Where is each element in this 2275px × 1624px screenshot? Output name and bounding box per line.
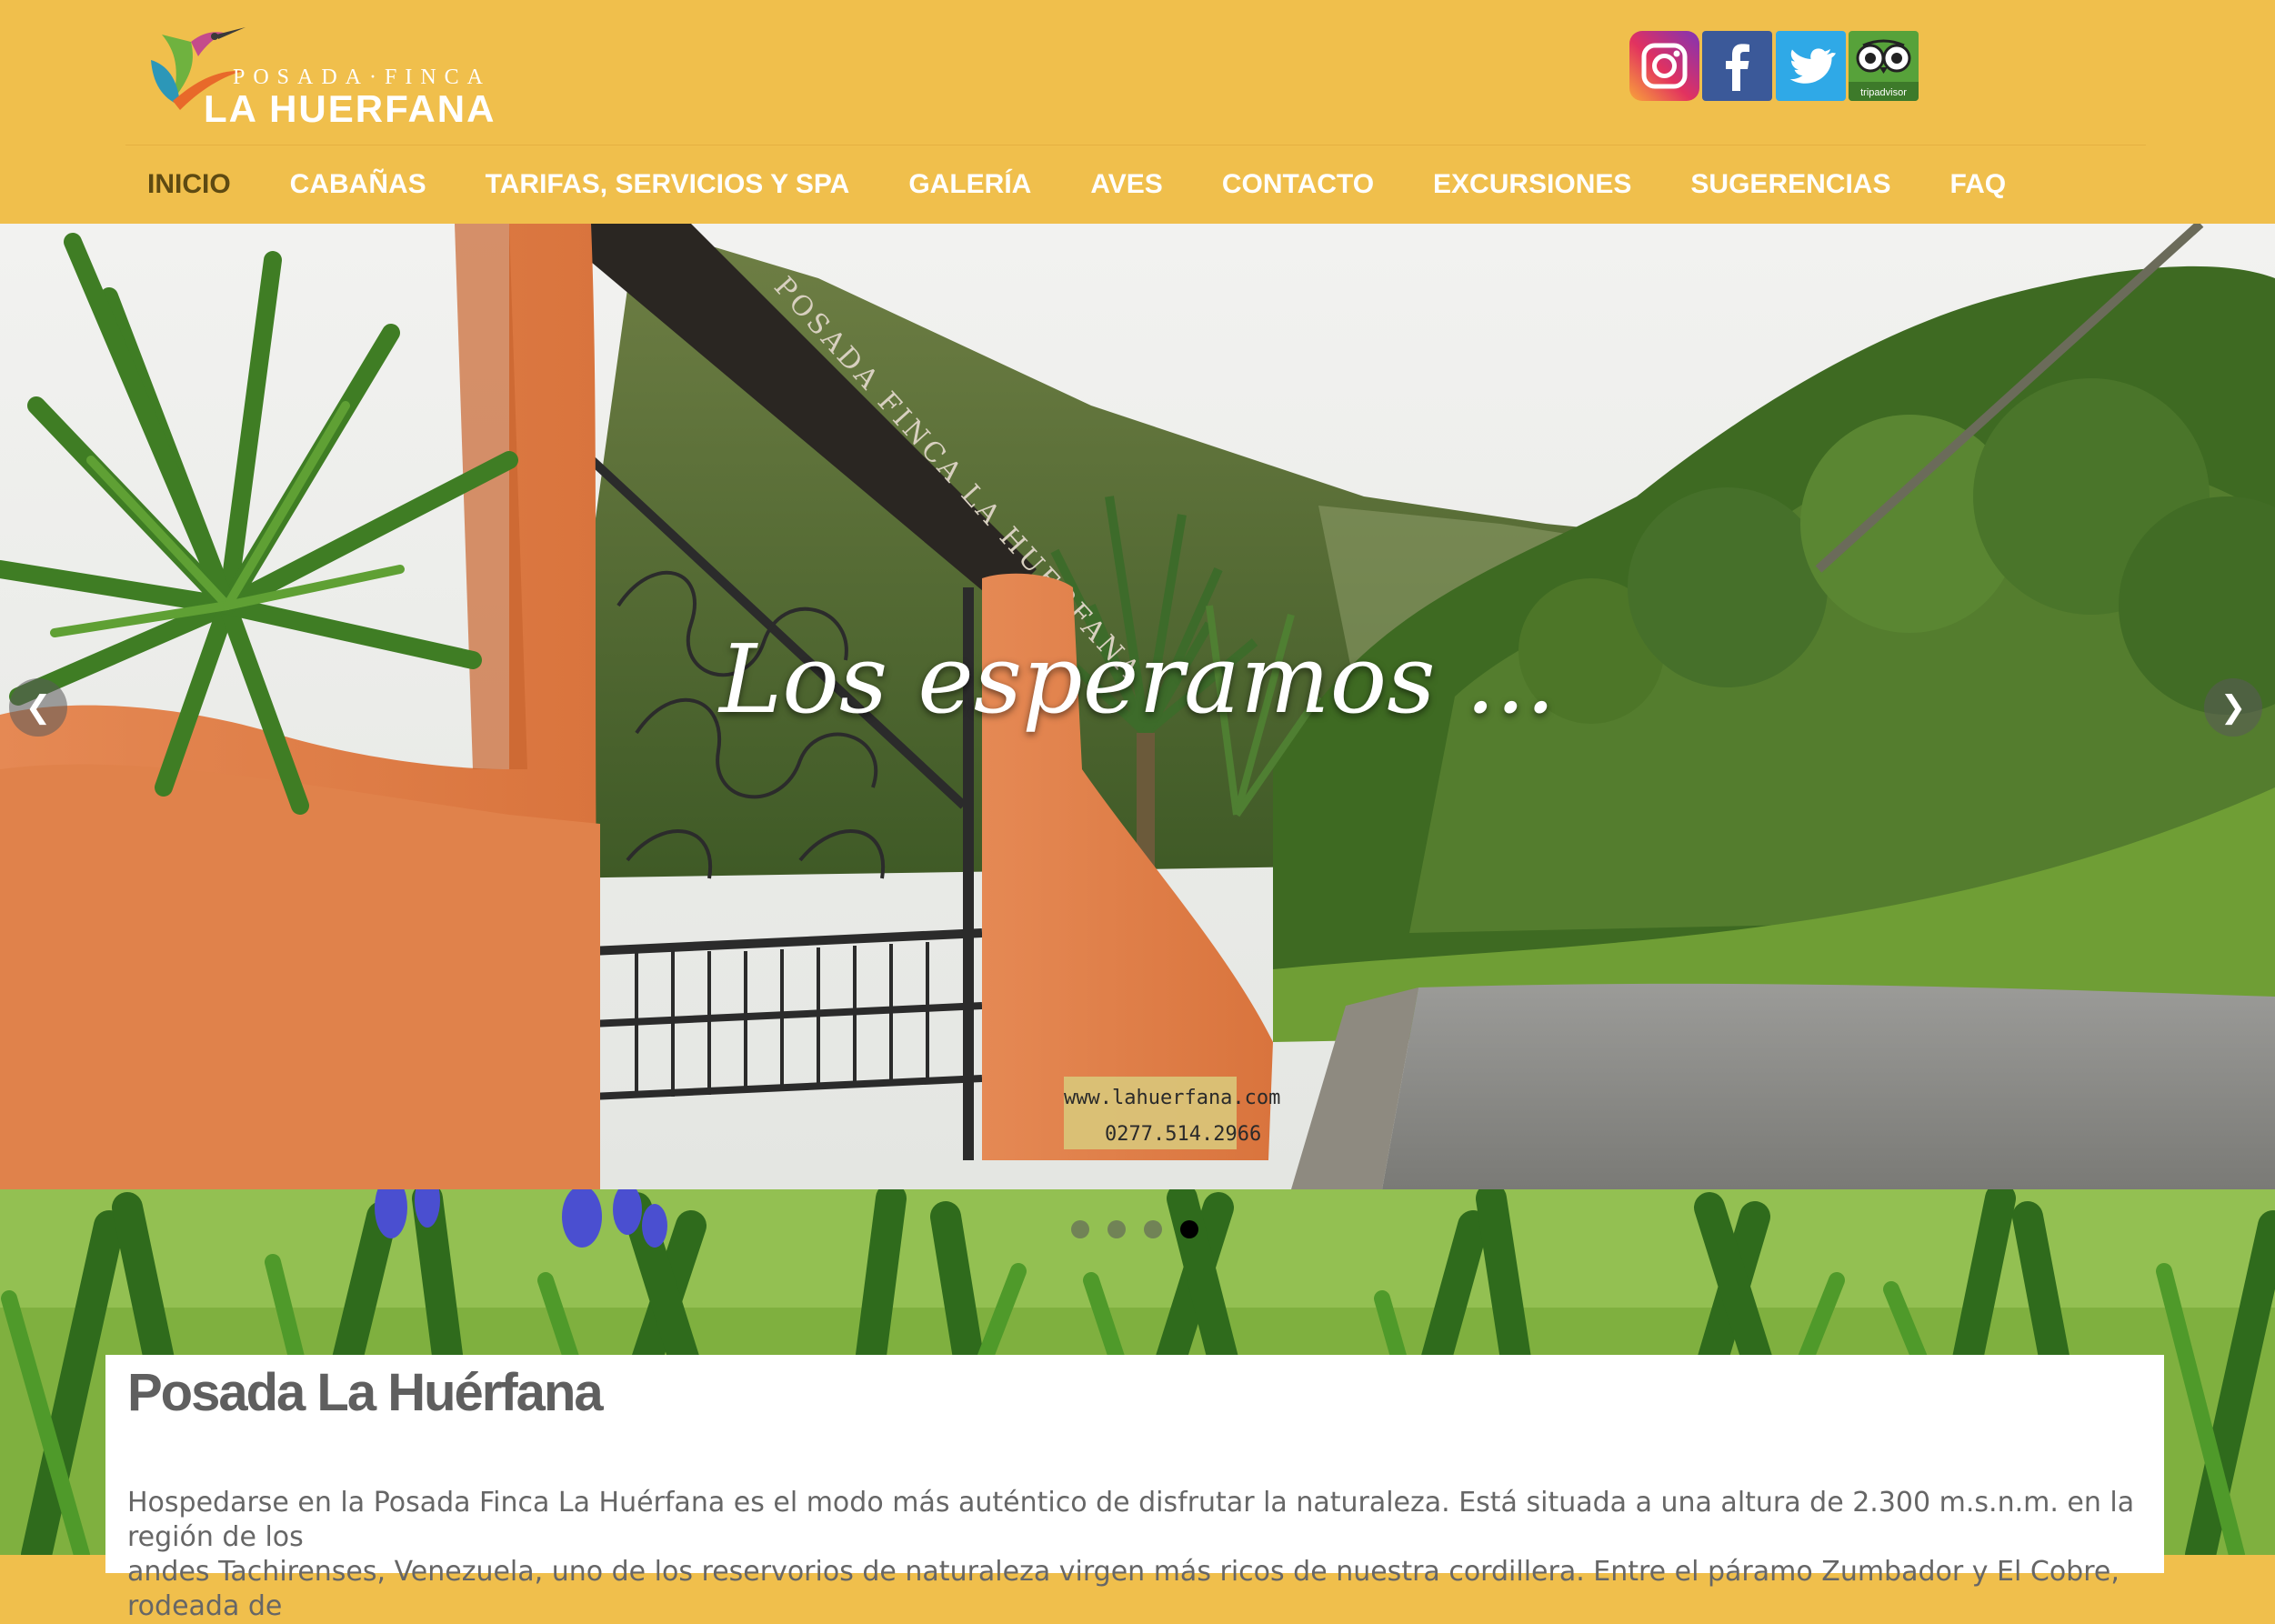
intro-paragraph: Hospedarse en la Posada Finca La Huérfan… bbox=[127, 1486, 2155, 1624]
logo-title: LA HUERFANA bbox=[204, 87, 496, 130]
twitter-icon bbox=[1776, 31, 1846, 101]
intro-section: Posada La Huérfana Hospedarse en la Posa… bbox=[105, 1355, 2164, 1622]
sign-phone-text: 0277.514.2966 bbox=[1105, 1123, 1261, 1146]
slider-prev-button[interactable]: ❮ bbox=[9, 678, 67, 737]
nav-item-galeria[interactable]: GALERÍA bbox=[887, 153, 1053, 216]
intro-line-1: Hospedarse en la Posada Finca La Huérfan… bbox=[127, 1487, 2135, 1553]
slider-dot-3[interactable] bbox=[1144, 1220, 1162, 1238]
nav-item-faq[interactable]: FAQ bbox=[1928, 153, 2028, 216]
facebook-icon bbox=[1702, 31, 1772, 101]
nav-item-cabanas[interactable]: CABAÑAS bbox=[268, 153, 448, 216]
nav-item-aves[interactable]: AVES bbox=[1068, 153, 1184, 216]
instagram-icon bbox=[1629, 31, 1699, 101]
hero-slider: POSADA FINCA LA HUERFANA www.lahuerfana.… bbox=[0, 224, 2275, 1189]
slider-dots bbox=[1071, 1220, 1217, 1238]
chevron-right-icon: ❯ bbox=[2220, 690, 2247, 725]
nav-item-tarifas[interactable]: TARIFAS, SERVICIOS Y SPA bbox=[464, 153, 872, 216]
nav-item-inicio[interactable]: INICIO bbox=[125, 153, 253, 216]
nav-item-sugerencias[interactable]: SUGERENCIAS bbox=[1669, 153, 1912, 216]
nav-item-excursiones[interactable]: EXCURSIONES bbox=[1411, 153, 1653, 216]
site-header: POSADA·FINCA LA HUERFANA tripadvisor INI… bbox=[0, 0, 2275, 224]
tripadvisor-link[interactable]: tripadvisor bbox=[1849, 31, 1919, 101]
instagram-link[interactable] bbox=[1629, 31, 1699, 101]
slider-dot-4[interactable] bbox=[1180, 1220, 1198, 1238]
twitter-link[interactable] bbox=[1776, 31, 1846, 101]
nav-item-contacto[interactable]: CONTACTO bbox=[1200, 153, 1396, 216]
slider-next-button[interactable]: ❯ bbox=[2204, 678, 2262, 737]
slider-dot-1[interactable] bbox=[1071, 1220, 1089, 1238]
tripadvisor-label: tripadvisor bbox=[1860, 87, 1907, 98]
chevron-left-icon: ❮ bbox=[25, 690, 52, 725]
facebook-link[interactable] bbox=[1702, 31, 1772, 101]
page-title: Posada La Huérfana bbox=[127, 1363, 604, 1422]
intro-line-2: andes Tachirenses, Venezuela, uno de los… bbox=[127, 1556, 2120, 1622]
main-nav: INICIO CABAÑAS TARIFAS, SERVICIOS Y SPA … bbox=[125, 153, 2043, 216]
slider-dot-2[interactable] bbox=[1107, 1220, 1126, 1238]
site-logo[interactable]: POSADA·FINCA LA HUERFANA bbox=[125, 15, 516, 130]
sign-url-text: www.lahuerfana.com bbox=[1064, 1087, 1280, 1109]
tripadvisor-icon: tripadvisor bbox=[1849, 31, 1919, 101]
slide-caption: Los esperamos ... bbox=[719, 624, 1556, 735]
logo-subtitle: POSADA·FINCA bbox=[232, 65, 492, 89]
